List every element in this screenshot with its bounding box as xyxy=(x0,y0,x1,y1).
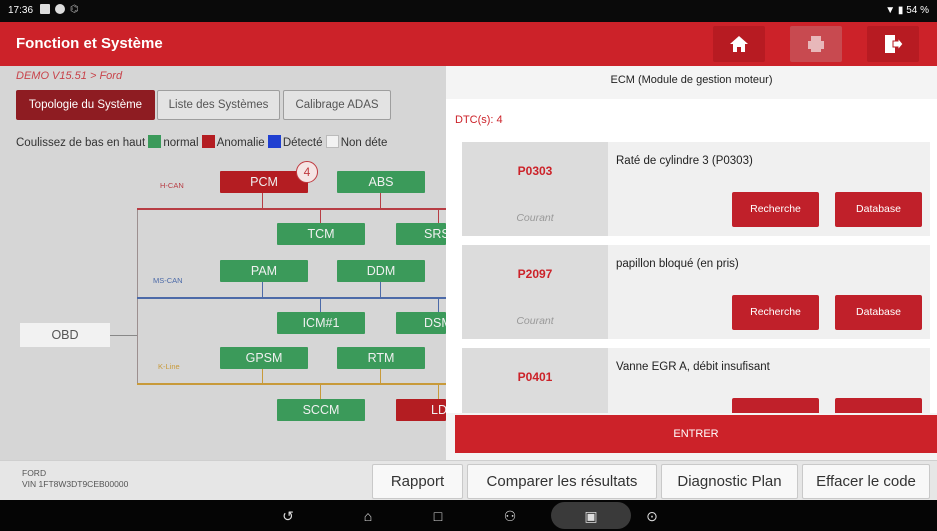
module-gpsm[interactable]: GPSM xyxy=(220,347,308,369)
legend-normal-swatch xyxy=(148,135,162,148)
pam-drop xyxy=(262,281,263,298)
enter-button[interactable]: ENTRER xyxy=(455,415,937,453)
dtc-card: P0303 Courant Raté de cylindre 3 (P0303)… xyxy=(462,142,930,236)
legend-detected-label: Détecté xyxy=(282,137,323,149)
home-button[interactable] xyxy=(713,26,765,62)
back-icon[interactable]: ↺ xyxy=(278,506,298,526)
icm-drop xyxy=(320,299,321,313)
module-ldw[interactable]: LDW xyxy=(396,399,446,421)
android-nav-bar xyxy=(0,500,937,531)
legend-not-detected-swatch xyxy=(325,135,339,148)
vehicle-info: FORD VIN 1FT8W3DT9CEB00000 xyxy=(22,468,128,490)
obd-node[interactable]: OBD xyxy=(20,323,110,347)
feedback-icon[interactable]: ⊙ xyxy=(642,506,662,526)
dtc-status: Courant xyxy=(516,212,554,224)
exit-icon xyxy=(885,35,904,53)
gpsm-drop xyxy=(262,368,263,384)
module-dsm[interactable]: DSM xyxy=(396,312,446,334)
print-icon xyxy=(808,36,824,52)
module-abs[interactable]: ABS xyxy=(337,171,425,193)
status-time: 17:36 xyxy=(8,5,34,16)
obd-connector-line xyxy=(110,335,138,336)
hcan-line xyxy=(137,208,446,210)
recents-icon[interactable]: □ xyxy=(428,506,448,526)
vci-icon[interactable]: ⚇ xyxy=(500,506,520,526)
module-pam[interactable]: PAM xyxy=(220,260,308,282)
module-srs[interactable]: SRS xyxy=(396,223,446,245)
battery-status: ▼ ▮ 54 % xyxy=(885,5,929,16)
status-bar: 17:36 ⌬ ▼ ▮ 54 % xyxy=(0,0,937,22)
dtc-code: P0401 xyxy=(517,370,553,384)
dtc-list[interactable]: DTC(s): 4 P0303 Courant Raté de cylindre… xyxy=(446,99,937,413)
legend-detected-swatch xyxy=(267,135,281,148)
database-button[interactable] xyxy=(835,398,922,413)
kline-label: K-Line xyxy=(158,362,180,371)
sccm-drop xyxy=(320,385,321,399)
breadcrumb[interactable]: DEMO V15.51 > Ford xyxy=(16,70,122,82)
search-button[interactable]: Recherche xyxy=(732,295,819,330)
dtc-count-badge: 4 xyxy=(296,161,318,183)
app-header: Fonction et Système xyxy=(0,22,937,66)
dtc-card: P2097 Courant papillon bloqué (en pris) … xyxy=(462,245,930,339)
topology-legend: Coulissez de bas en haut normal Anomalie… xyxy=(16,135,387,149)
ddm-drop xyxy=(380,281,381,298)
tab-adas-calibration[interactable]: Calibrage ADAS xyxy=(283,90,391,120)
mscan-label: MS-CAN xyxy=(153,276,183,285)
module-sccm[interactable]: SCCM xyxy=(277,399,365,421)
home-icon xyxy=(730,36,748,52)
usb-icon: ⌬ xyxy=(70,4,79,15)
dtc-status: Courant xyxy=(516,315,554,327)
vehicle-make: FORD xyxy=(22,468,47,478)
module-icm[interactable]: ICM#1 xyxy=(277,312,365,334)
module-tcm[interactable]: TCM xyxy=(277,223,365,245)
rtm-drop xyxy=(380,368,381,384)
page-title: Fonction et Système xyxy=(16,35,163,52)
tab-system-list[interactable]: Liste des Systèmes xyxy=(157,90,280,120)
clear-code-button[interactable]: Effacer le code xyxy=(802,464,930,499)
settings-icon xyxy=(55,4,65,14)
dtc-count: DTC(s): 4 xyxy=(455,114,503,126)
dsm-drop xyxy=(438,299,439,313)
abs-drop xyxy=(380,192,381,209)
legend-normal-label: normal xyxy=(163,137,199,149)
dtc-description: Raté de cylindre 3 (P0303) xyxy=(616,155,753,167)
bus-trunk xyxy=(137,208,138,384)
search-button[interactable]: Recherche xyxy=(732,192,819,227)
legend-intro: Coulissez de bas en haut xyxy=(16,137,146,149)
module-rtm[interactable]: RTM xyxy=(337,347,425,369)
dtc-code: P0303 xyxy=(517,164,553,178)
message-icon xyxy=(40,4,50,14)
pcm-drop xyxy=(262,192,263,209)
report-button[interactable]: Rapport xyxy=(372,464,463,499)
screenshot-icon[interactable]: ▣ xyxy=(581,506,601,526)
dtc-description: papillon bloqué (en pris) xyxy=(616,258,739,270)
dtc-code: P2097 xyxy=(517,267,553,281)
exit-button[interactable] xyxy=(867,26,919,62)
compare-results-button[interactable]: Comparer les résultats xyxy=(467,464,657,499)
tab-topology[interactable]: Topologie du Système xyxy=(16,90,155,120)
dtc-description: Vanne EGR A, débit insufisant xyxy=(616,361,770,373)
diagnostic-plan-button[interactable]: Diagnostic Plan xyxy=(661,464,798,499)
dtc-card: P0401 Vanne EGR A, débit insufisant xyxy=(462,348,930,413)
legend-anomaly-swatch xyxy=(201,135,215,148)
srs-drop xyxy=(438,210,439,224)
dtc-panel-title: ECM (Module de gestion moteur) xyxy=(610,74,773,86)
legend-anomaly-label: Anomalie xyxy=(216,137,265,149)
legend-not-detected-label: Non déte xyxy=(340,137,388,149)
home-nav-icon[interactable]: ⌂ xyxy=(358,506,378,526)
database-button[interactable]: Database xyxy=(835,295,922,330)
module-ddm[interactable]: DDM xyxy=(337,260,425,282)
kline-line xyxy=(137,383,446,385)
search-button[interactable] xyxy=(732,398,819,413)
print-button[interactable] xyxy=(790,26,842,62)
hcan-label: H-CAN xyxy=(160,181,184,190)
tcm-drop xyxy=(320,210,321,224)
module-pcm[interactable]: PCM xyxy=(220,171,308,193)
database-button[interactable]: Database xyxy=(835,192,922,227)
vehicle-vin: VIN 1FT8W3DT9CEB00000 xyxy=(22,479,129,489)
mscan-line xyxy=(137,297,446,299)
ldw-drop xyxy=(438,385,439,399)
